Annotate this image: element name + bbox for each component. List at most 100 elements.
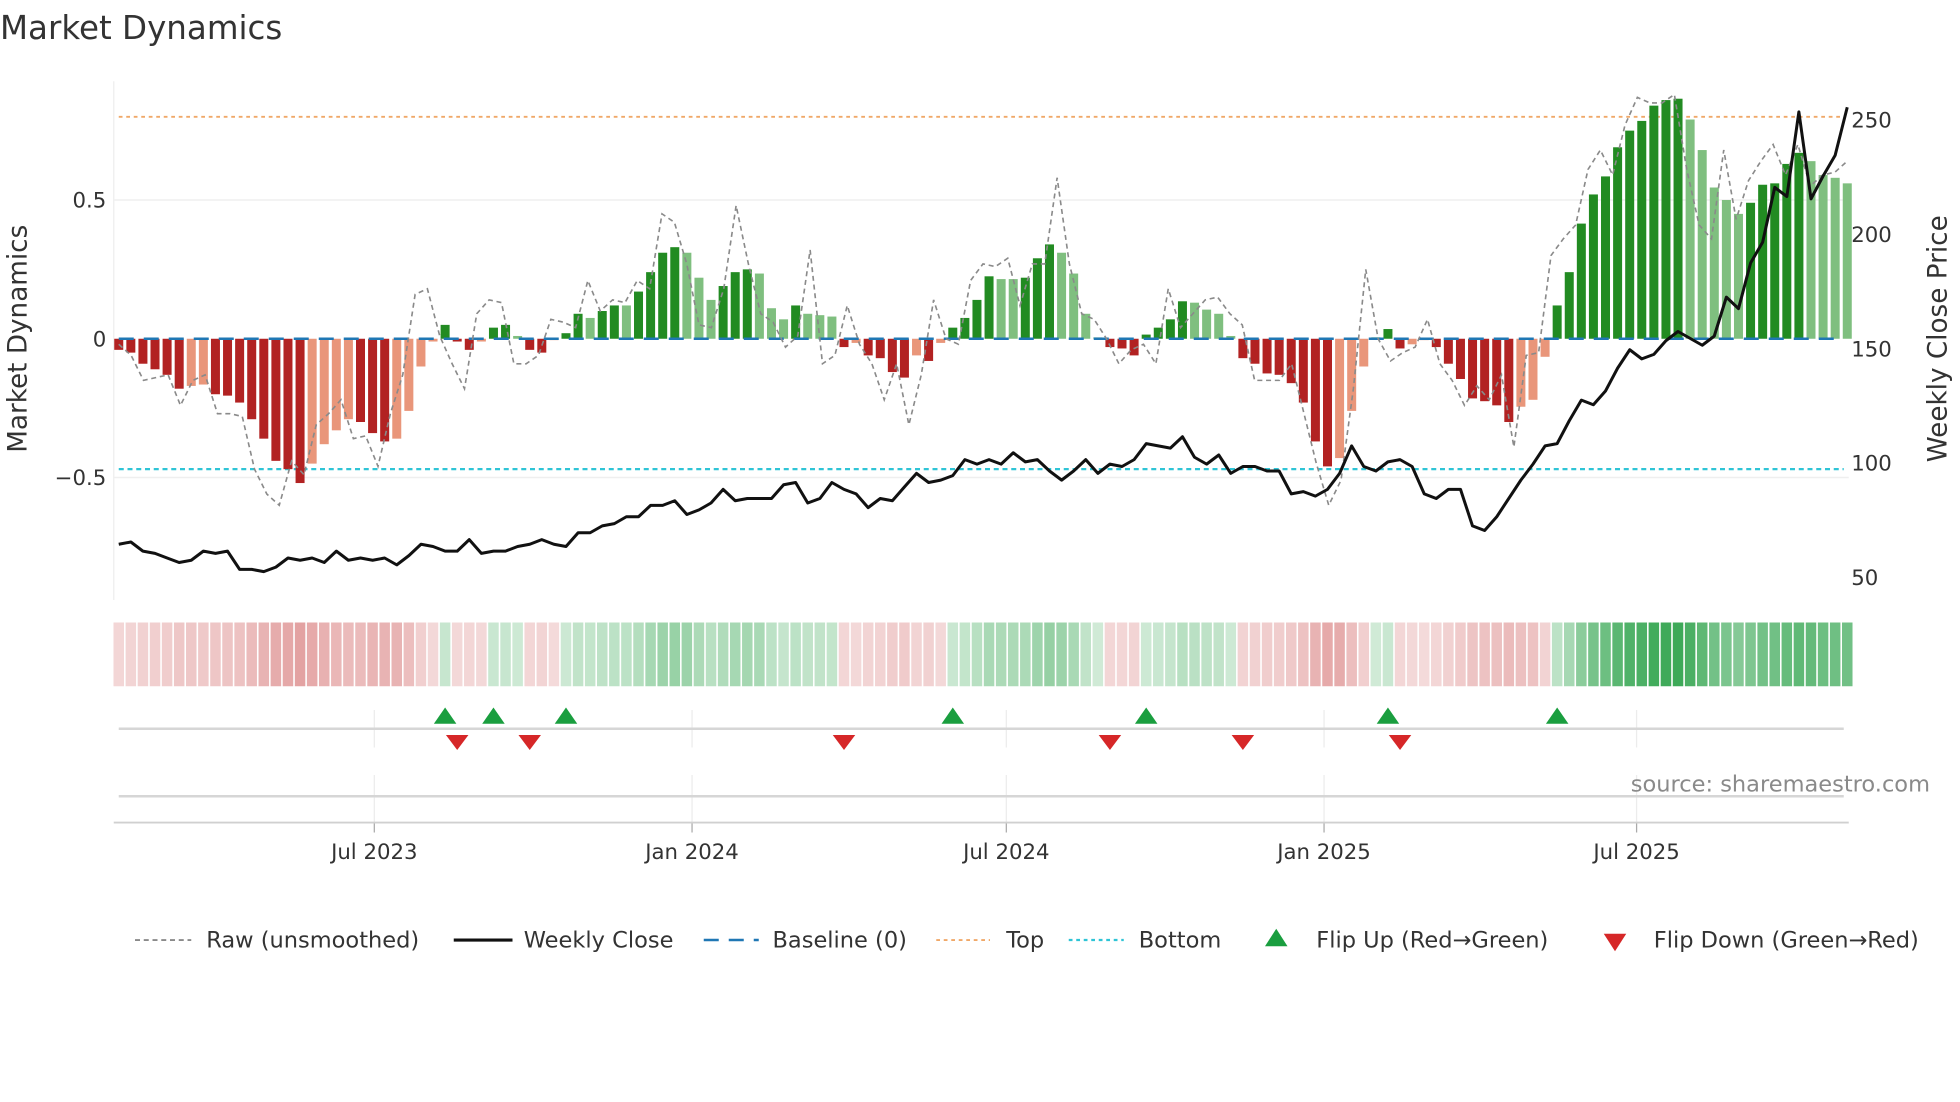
heat-cell	[439, 622, 451, 687]
heat-cell	[899, 622, 910, 687]
bar	[1250, 338, 1260, 364]
heat-cell	[1080, 622, 1091, 687]
heat-cell	[1394, 622, 1406, 687]
legend: Raw (unsmoothed) Weekly Close Baseline (…	[135, 928, 1919, 954]
heat-cell	[1128, 622, 1140, 687]
heat-cell	[1032, 622, 1043, 687]
heat-cell	[1624, 622, 1635, 687]
heat-cell	[173, 622, 185, 687]
bar	[1601, 176, 1611, 339]
legend-label: Flip Down (Green→Red)	[1654, 928, 1919, 954]
bar	[1649, 105, 1659, 339]
heat-cell	[464, 622, 475, 687]
bar	[283, 338, 293, 470]
bar	[174, 338, 184, 389]
heat-cell	[1660, 622, 1672, 687]
heat-cell	[1576, 622, 1587, 687]
bar	[343, 338, 353, 420]
legend-label: Raw (unsmoothed)	[206, 928, 419, 954]
bar	[1165, 319, 1175, 339]
heat-cell	[1709, 622, 1720, 687]
heat-cell	[391, 622, 403, 687]
heat-cell	[306, 622, 318, 687]
bar	[1395, 338, 1405, 349]
x-tick-label: Jan 2024	[643, 840, 739, 865]
y-axis-label: Market Dynamics	[3, 225, 33, 453]
heat-cell	[1479, 622, 1490, 687]
bar	[295, 338, 305, 484]
bar	[875, 338, 885, 359]
heat-cell	[621, 622, 632, 687]
heat-cell	[1140, 622, 1152, 687]
heat-cell	[1334, 622, 1345, 687]
heat-cell	[633, 622, 644, 687]
bar	[742, 269, 752, 339]
triangle-down-icon	[1603, 933, 1627, 952]
heat-cell	[427, 622, 439, 687]
heat-cell	[681, 622, 693, 687]
heat-cell	[451, 622, 463, 687]
flip-marker-panel: source: sharemaestro.com	[113, 707, 1930, 833]
heat-cell	[1721, 622, 1732, 687]
x-tick-label: Jul 2025	[1591, 840, 1679, 865]
bar	[1709, 187, 1719, 339]
heat-cell	[1104, 622, 1116, 687]
heat-cell	[1273, 622, 1285, 687]
heat-cell	[161, 622, 173, 687]
heat-cell	[838, 622, 850, 687]
bar	[682, 252, 692, 339]
flip-up-marker	[554, 707, 578, 724]
legend-item-bottom: Bottom	[1068, 928, 1222, 954]
bar	[730, 272, 740, 339]
bar	[1552, 305, 1562, 339]
heat-cell	[717, 622, 729, 687]
bar	[1661, 100, 1671, 339]
bar	[162, 338, 172, 375]
heat-cell	[995, 622, 1007, 687]
heat-cell	[657, 622, 668, 687]
bar	[1335, 338, 1345, 459]
heat-cell	[1793, 622, 1805, 687]
heat-cell	[367, 622, 378, 687]
x-axis-ticks: Jul 2023 Jan 2024 Jul 2024 Jan 2025 Jul …	[329, 840, 1680, 865]
bar	[1117, 338, 1127, 349]
bar	[1842, 183, 1852, 339]
heat-cell	[379, 622, 390, 687]
bar	[1721, 200, 1731, 339]
heat-cell	[1092, 622, 1104, 687]
bar	[948, 327, 958, 339]
bar	[1214, 313, 1224, 339]
y2-tick-label: 200	[1851, 223, 1892, 248]
right-axis-ticks: 250 200 150 100 50	[1851, 109, 1892, 592]
bar	[126, 338, 136, 353]
bar	[319, 338, 329, 445]
flip-down-marker	[832, 735, 856, 750]
heat-cell	[488, 622, 499, 687]
heat-cell	[572, 622, 584, 687]
bar	[440, 324, 450, 339]
bar	[1528, 338, 1538, 400]
flip-down-marker	[1231, 735, 1255, 750]
bar	[658, 252, 668, 339]
bar	[1262, 338, 1272, 374]
heat-cell	[1310, 622, 1321, 687]
heat-cell	[1346, 622, 1357, 687]
heat-cell	[355, 622, 366, 687]
bar	[694, 277, 704, 339]
y-tick-label: 0	[93, 327, 107, 352]
y2-tick-label: 50	[1851, 566, 1878, 591]
heat-cell	[113, 622, 125, 687]
heat-cell	[1769, 622, 1780, 687]
bar	[1008, 279, 1018, 339]
legend-label: Bottom	[1139, 928, 1222, 954]
heat-cell	[1358, 622, 1370, 687]
heat-cell	[1829, 622, 1841, 687]
heat-cell	[959, 622, 971, 687]
legend-item-baseline: Baseline (0)	[703, 928, 907, 954]
flip-up-marker	[1545, 707, 1569, 724]
y-tick-label: 0.5	[72, 189, 106, 214]
heat-cell	[500, 622, 511, 687]
flip-up-marker	[433, 707, 457, 724]
heat-cell	[742, 622, 753, 687]
heat-cell	[584, 622, 596, 687]
